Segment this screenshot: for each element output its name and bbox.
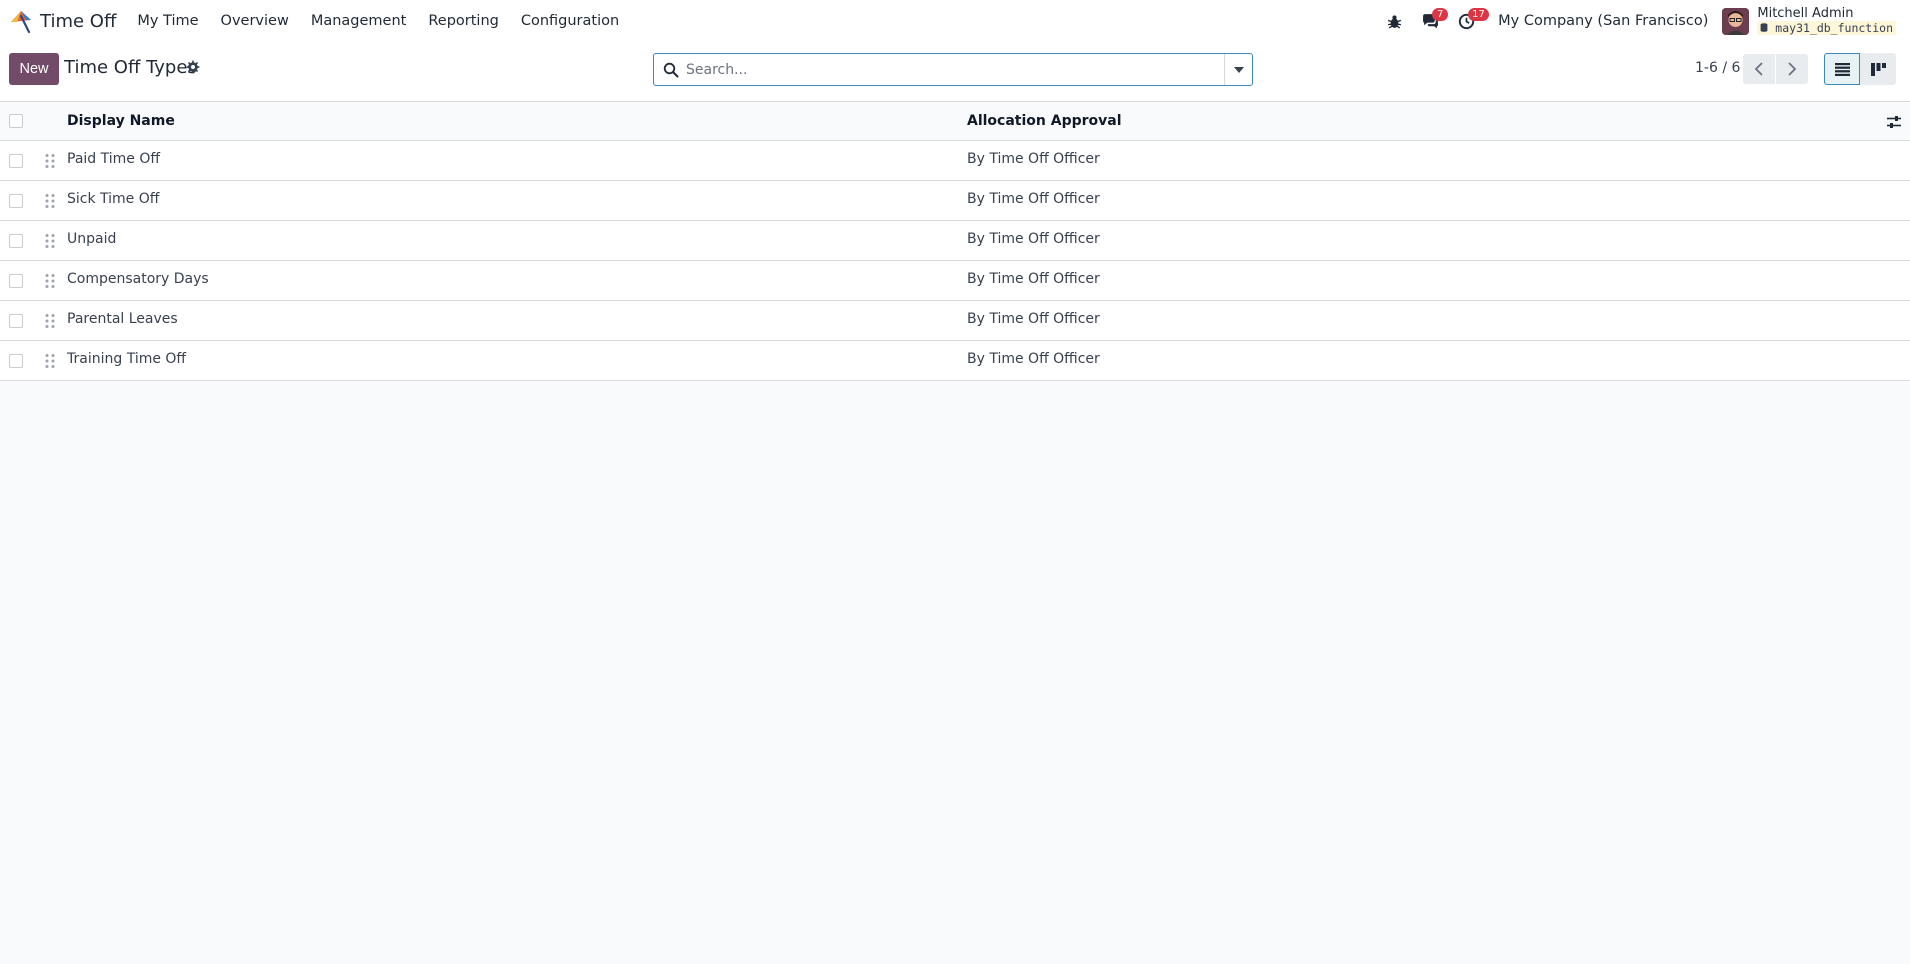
table-row[interactable]: Training Time Off By Time Off Officer [0,341,1910,381]
company-switcher[interactable]: My Company (San Francisco) [1498,13,1708,29]
search-options-toggle[interactable] [1224,54,1252,85]
menu-reporting[interactable]: Reporting [417,0,510,42]
search-icon [663,62,679,77]
page-title: Time Off Types [64,57,197,78]
cell-display-name: Paid Time Off [67,151,160,167]
user-menu[interactable]: Mitchell Admin may31_db_function [1722,7,1896,35]
table-row[interactable]: Compensatory Days By Time Off Officer [0,261,1910,301]
menu-management[interactable]: Management [300,0,418,42]
main-menu: My Time Overview Management Reporting Co… [126,0,630,42]
drag-handle-icon[interactable] [44,233,56,249]
search-box [653,53,1253,86]
top-navbar: Time Off My Time Overview Management Rep… [0,0,1910,42]
debug-button[interactable] [1376,0,1412,42]
activities-badge: 17 [1468,8,1489,21]
systray: 7 17 My Company (San Francisco) Mitchell… [1376,0,1910,42]
optional-columns-icon[interactable] [1886,114,1902,130]
cell-display-name: Training Time Off [67,351,187,367]
caret-down-icon [1233,66,1244,73]
app-brand[interactable]: Time Off [8,0,116,42]
messages-button[interactable]: 7 [1412,0,1449,42]
drag-handle-icon[interactable] [44,193,56,209]
cell-allocation-approval: By Time Off Officer [967,231,1100,247]
cell-allocation-approval: By Time Off Officer [967,271,1100,287]
row-checkbox[interactable] [9,234,23,248]
avatar [1722,7,1750,35]
pager-value[interactable]: 1-6 / 6 [1695,60,1740,76]
table-row[interactable]: Unpaid By Time Off Officer [0,221,1910,261]
menu-overview[interactable]: Overview [210,0,300,42]
new-button[interactable]: New [9,53,59,85]
drag-handle-icon[interactable] [44,153,56,169]
row-checkbox[interactable] [9,314,23,328]
row-checkbox[interactable] [9,354,23,368]
select-all-checkbox[interactable] [9,114,23,128]
chevron-right-icon [1788,62,1797,76]
bug-icon [1387,14,1401,28]
cell-display-name: Compensatory Days [67,271,209,287]
chevron-left-icon [1754,62,1763,76]
control-panel: New Time Off Types 1-6 / 6 [0,42,1910,102]
cell-display-name: Unpaid [67,231,117,247]
column-allocation-approval[interactable]: Allocation Approval [967,113,1122,129]
cell-allocation-approval: By Time Off Officer [967,351,1100,367]
user-name: Mitchell Admin [1757,6,1854,21]
row-checkbox[interactable] [9,274,23,288]
cell-display-name: Sick Time Off [67,191,160,207]
table-row[interactable]: Parental Leaves By Time Off Officer [0,301,1910,341]
pager-next-button[interactable] [1776,54,1808,84]
menu-configuration[interactable]: Configuration [510,0,630,42]
cell-allocation-approval: By Time Off Officer [967,191,1100,207]
time-off-types-table: Display Name Allocation Approval Paid Ti… [0,102,1910,381]
time-off-app-icon [11,11,31,34]
menu-my-time[interactable]: My Time [126,0,209,42]
list-view-icon [1834,62,1850,76]
database-name: may31_db_function [1757,21,1896,35]
table-row[interactable]: Sick Time Off By Time Off Officer [0,181,1910,221]
column-display-name[interactable]: Display Name [67,113,175,129]
cell-allocation-approval: By Time Off Officer [967,151,1100,167]
pager-previous-button[interactable] [1743,54,1775,84]
user-avatar-icon [1722,7,1750,35]
cell-allocation-approval: By Time Off Officer [967,311,1100,327]
gear-icon[interactable] [186,60,200,74]
drag-handle-icon[interactable] [44,313,56,329]
user-info: Mitchell Admin may31_db_function [1757,7,1896,35]
drag-handle-icon[interactable] [44,273,56,289]
table-header: Display Name Allocation Approval [0,102,1910,141]
drag-handle-icon[interactable] [44,353,56,369]
row-checkbox[interactable] [9,194,23,208]
database-icon [1760,23,1768,32]
table-row[interactable]: Paid Time Off By Time Off Officer [0,141,1910,181]
kanban-view-button[interactable] [1860,53,1896,85]
messages-badge: 7 [1432,8,1449,21]
list-view-button[interactable] [1824,53,1860,85]
cell-display-name: Parental Leaves [67,311,178,327]
kanban-view-icon [1870,62,1886,76]
row-checkbox[interactable] [9,154,23,168]
app-name: Time Off [40,10,117,32]
activities-button[interactable]: 17 [1448,0,1489,42]
search-input[interactable] [686,54,1224,85]
